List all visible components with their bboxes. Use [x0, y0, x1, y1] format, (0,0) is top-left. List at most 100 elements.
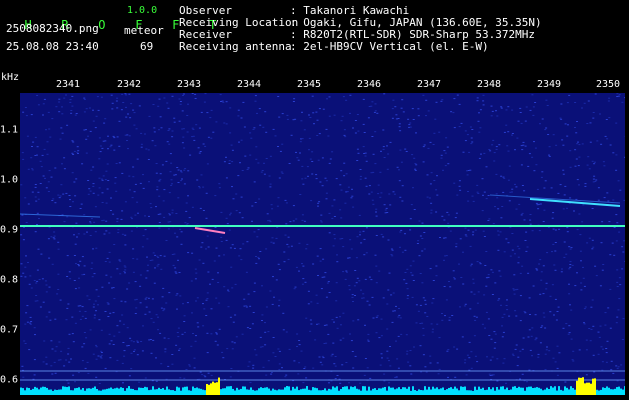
- noise-pixel: [410, 272, 413, 274]
- noise-pixel: [222, 101, 225, 103]
- spectrum-bar: [238, 389, 240, 395]
- noise-pixel: [367, 340, 370, 342]
- noise-pixel: [594, 93, 597, 95]
- spectrum-bar: [548, 389, 550, 395]
- noise-pixel: [59, 138, 62, 140]
- noise-pixel: [406, 353, 409, 355]
- noise-pixel: [507, 131, 510, 133]
- noise-pixel: [357, 152, 360, 154]
- noise-pixel: [459, 238, 462, 240]
- noise-pixel: [110, 340, 113, 342]
- noise-pixel: [608, 97, 611, 99]
- noise-pixel: [382, 148, 385, 150]
- spectrum-bar: [78, 387, 80, 395]
- noise-pixel: [103, 122, 106, 124]
- noise-pixel: [283, 251, 286, 253]
- noise-pixel: [355, 282, 358, 284]
- noise-pixel: [47, 111, 50, 113]
- noise-pixel: [305, 377, 308, 379]
- spectrum-bar: [58, 389, 60, 395]
- noise-pixel: [229, 247, 232, 249]
- noise-pixel: [345, 99, 348, 101]
- noise-pixel: [624, 260, 625, 262]
- y-tick: 0.8: [0, 274, 18, 286]
- noise-pixel: [401, 200, 404, 202]
- noise-pixel: [63, 221, 66, 223]
- noise-pixel: [112, 213, 115, 215]
- noise-pixel: [374, 110, 377, 112]
- noise-pixel: [133, 349, 136, 351]
- spectrum-bar: [516, 387, 518, 395]
- noise-pixel: [412, 187, 414, 189]
- noise-pixel: [502, 176, 505, 178]
- noise-pixel: [556, 374, 559, 376]
- spectrum-bar: [82, 388, 84, 395]
- noise-pixel: [232, 321, 235, 323]
- spectrum-bar: [200, 388, 202, 395]
- noise-pixel: [89, 222, 92, 224]
- noise-pixel: [561, 139, 564, 141]
- noise-pixel: [400, 333, 403, 335]
- noise-pixel: [275, 237, 278, 239]
- noise-pixel: [92, 185, 95, 187]
- noise-pixel: [477, 291, 480, 293]
- noise-pixel: [367, 117, 370, 119]
- noise-pixel: [401, 185, 404, 187]
- noise-pixel: [60, 184, 63, 186]
- noise-pixel: [505, 124, 508, 126]
- noise-pixel: [491, 110, 494, 112]
- spectrum-bar: [136, 390, 138, 395]
- noise-pixel: [506, 299, 508, 301]
- noise-pixel: [578, 349, 581, 351]
- noise-pixel: [97, 194, 100, 196]
- spectrum-bar: [426, 389, 428, 395]
- noise-pixel: [58, 101, 61, 103]
- noise-pixel: [185, 210, 188, 212]
- noise-pixel: [98, 319, 101, 321]
- noise-pixel: [290, 134, 293, 136]
- noise-pixel: [592, 246, 595, 248]
- noise-pixel: [328, 96, 331, 98]
- spectrum-bar: [54, 389, 56, 395]
- noise-pixel: [292, 205, 295, 207]
- noise-pixel: [487, 274, 490, 276]
- noise-pixel: [355, 257, 358, 259]
- noise-pixel: [553, 314, 555, 316]
- spectrum-bar: [576, 380, 578, 395]
- noise-pixel: [511, 134, 513, 136]
- noise-pixel: [95, 115, 98, 117]
- noise-pixel: [234, 283, 237, 285]
- noise-pixel: [368, 106, 371, 107]
- spectrum-bar: [450, 387, 452, 395]
- spectrum-bar: [278, 389, 280, 395]
- noise-pixel: [352, 301, 354, 302]
- noise-pixel: [365, 227, 368, 229]
- spectrum-bar: [228, 386, 230, 395]
- noise-pixel: [86, 295, 89, 297]
- y-tick: 0.6: [0, 374, 18, 386]
- noise-pixel: [325, 342, 328, 344]
- noise-pixel: [94, 231, 97, 233]
- noise-pixel: [103, 233, 106, 235]
- noise-pixel: [584, 306, 587, 308]
- noise-pixel: [331, 151, 334, 153]
- noise-pixel: [399, 130, 402, 132]
- noise-pixel: [397, 367, 400, 369]
- noise-pixel: [359, 231, 362, 233]
- noise-pixel: [348, 285, 351, 287]
- noise-pixel: [215, 297, 218, 299]
- noise-pixel: [521, 185, 524, 186]
- noise-pixel: [36, 212, 39, 214]
- noise-pixel: [191, 206, 194, 208]
- noise-pixel: [505, 109, 508, 111]
- noise-pixel: [134, 183, 137, 185]
- spectrum-bar: [122, 387, 124, 395]
- noise-pixel: [83, 332, 86, 333]
- noise-pixel: [36, 146, 39, 148]
- noise-pixel: [154, 145, 157, 147]
- noise-pixel: [31, 169, 34, 171]
- noise-pixel: [448, 281, 450, 282]
- noise-pixel: [605, 119, 608, 120]
- spectrum-bar: [26, 387, 28, 395]
- spectrum-bar: [420, 390, 422, 395]
